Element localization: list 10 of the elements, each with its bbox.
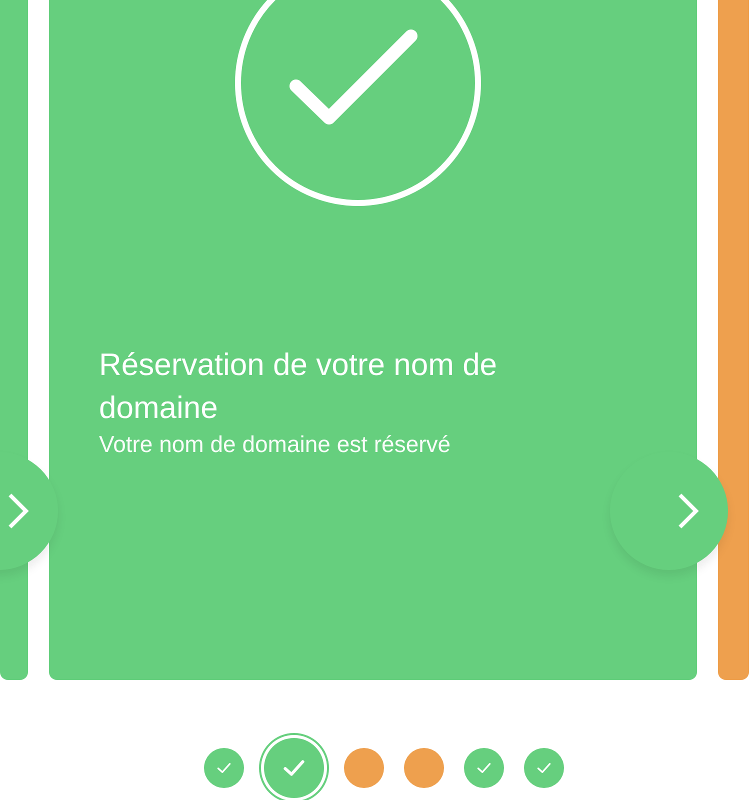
card-title: Réservation de votre nom de domaine [99, 346, 498, 427]
step-indicator[interactable] [404, 748, 444, 788]
chevron-right-icon [6, 491, 30, 531]
step-indicator[interactable] [264, 738, 324, 798]
step-indicator[interactable] [524, 748, 564, 788]
chevron-right-icon [676, 491, 700, 531]
step-indicator[interactable] [344, 748, 384, 788]
step-indicator[interactable] [464, 748, 504, 788]
step-indicator[interactable] [204, 748, 244, 788]
card-subtitle: Votre nom de domaine est réservé [99, 430, 452, 459]
